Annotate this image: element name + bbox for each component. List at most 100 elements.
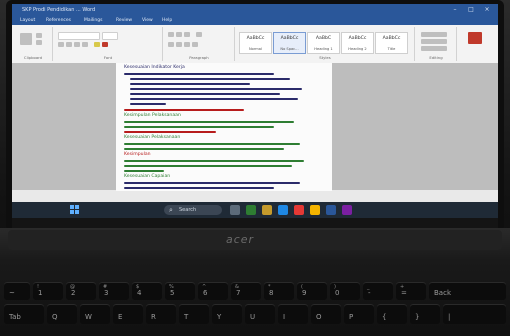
key-o[interactable]: O [311, 304, 341, 324]
taskbar-search[interactable]: ⌕ Search [164, 205, 222, 215]
tab-layout[interactable]: Layout [20, 16, 35, 25]
style-heading-2[interactable]: AaBbCc Heading 2 [341, 32, 374, 54]
tab-help[interactable]: Help [162, 16, 172, 25]
close-button[interactable]: × [480, 4, 494, 16]
paste-icon[interactable] [20, 33, 32, 45]
key-9[interactable]: (9 [297, 282, 327, 300]
align-center-icon[interactable] [176, 42, 182, 47]
group-label: Clipboard [23, 55, 43, 60]
copy-icon[interactable] [36, 40, 42, 45]
underline-icon[interactable] [74, 42, 80, 47]
doc-green-label: Kesesuaian Pelaksanaan [124, 135, 181, 140]
doc-line-green [124, 165, 292, 167]
style-normal[interactable]: AaBbCc Normal [239, 32, 272, 54]
key-0[interactable]: ) 0 [330, 282, 360, 300]
tab-review[interactable]: Review [116, 16, 132, 25]
key-tilde[interactable]: ~ [4, 282, 30, 300]
doc-line [130, 78, 290, 80]
key-p[interactable]: P [344, 304, 374, 324]
key-6[interactable]: ^ 6 [198, 282, 228, 300]
group-label: Styles [319, 55, 331, 60]
doc-line [124, 73, 274, 75]
doc-line [124, 182, 300, 184]
hinge [8, 230, 502, 250]
app-icon-red[interactable] [294, 205, 304, 215]
keyboard-row-numbers: ~ ! 1 @2 #3 $4 % 5 ^ 6 & 7 * 8 (9 ) 0 _ - + = Ba… [0, 282, 510, 302]
app-icon-purple[interactable] [342, 205, 352, 215]
justify-icon[interactable] [192, 42, 198, 47]
doc-line-green [124, 126, 274, 128]
key-left-brace[interactable]: { [377, 304, 407, 324]
taskbar: ⌕ Search [12, 202, 498, 218]
task-view-icon[interactable] [230, 205, 240, 215]
align-left-icon[interactable] [168, 42, 174, 47]
key-minus[interactable]: _ - [363, 282, 393, 300]
key-backspace[interactable]: Back [429, 282, 506, 300]
key-y[interactable]: Y [212, 304, 242, 324]
key-2[interactable]: @2 [66, 282, 96, 300]
group-label: Editing [429, 55, 443, 60]
chrome-icon[interactable] [310, 205, 320, 215]
tab-mailings[interactable]: Mailings [84, 16, 102, 25]
key-pipe[interactable]: | [443, 304, 506, 324]
doc-line [130, 98, 298, 100]
key-q[interactable]: Q [47, 304, 77, 324]
bold-icon[interactable] [58, 42, 64, 47]
font-size-box[interactable] [102, 32, 118, 40]
select-icon[interactable] [421, 46, 447, 51]
key-e[interactable]: E [113, 304, 143, 324]
group-label: Paragraph [189, 55, 209, 60]
group-addin [458, 27, 494, 61]
key-1[interactable]: ! 1 [33, 282, 63, 300]
indent-icon[interactable] [196, 32, 202, 37]
key-3[interactable]: #3 [99, 282, 129, 300]
minimize-button[interactable]: – [448, 4, 462, 16]
group-font: Font [54, 27, 163, 61]
word-icon[interactable] [326, 205, 336, 215]
cut-icon[interactable] [36, 33, 42, 38]
font-name-box[interactable] [58, 32, 100, 40]
highlight-icon[interactable] [94, 42, 100, 47]
strike-icon[interactable] [82, 42, 88, 47]
group-paragraph: Paragraph [164, 27, 235, 61]
font-color-icon[interactable] [102, 42, 108, 47]
key-4[interactable]: $4 [132, 282, 162, 300]
key-w[interactable]: W [80, 304, 110, 324]
group-label: Font [103, 55, 113, 60]
doc-line-red [124, 109, 244, 111]
key-equals[interactable]: + = [396, 282, 426, 300]
italic-icon[interactable] [66, 42, 72, 47]
key-8[interactable]: * 8 [264, 282, 294, 300]
file-explorer-icon[interactable] [262, 205, 272, 215]
tab-references[interactable]: References [46, 16, 71, 25]
addin-icon[interactable] [468, 32, 482, 44]
style-no-spacing[interactable]: AaBbCc No Spac... [273, 32, 306, 54]
word-title-bar: SKP Prodi Pendidikan ... Word – □ × [12, 4, 498, 16]
key-r[interactable]: R [146, 304, 176, 324]
app-icon[interactable] [246, 205, 256, 215]
windows-start-icon[interactable] [70, 205, 80, 215]
doc-line [130, 103, 166, 105]
key-u[interactable]: U [245, 304, 275, 324]
key-tab[interactable]: Tab [4, 304, 44, 324]
lower-bezel [12, 218, 498, 228]
key-i[interactable]: I [278, 304, 308, 324]
edge-icon[interactable] [278, 205, 288, 215]
numbering-icon[interactable] [176, 32, 182, 37]
replace-icon[interactable] [421, 39, 447, 44]
key-t[interactable]: T [179, 304, 209, 324]
group-clipboard: Clipboard [14, 27, 53, 61]
multilevel-icon[interactable] [184, 32, 190, 37]
bullets-icon[interactable] [168, 32, 174, 37]
key-7[interactable]: & 7 [231, 282, 261, 300]
style-heading-1[interactable]: AaBbC Heading 1 [307, 32, 340, 54]
style-title[interactable]: AaBbCc Title [375, 32, 408, 54]
maximize-button[interactable]: □ [464, 4, 478, 16]
ribbon-tabs: Layout References Mailings Review View H… [12, 16, 498, 25]
tab-view[interactable]: View [142, 16, 153, 25]
find-icon[interactable] [421, 32, 447, 37]
doc-line-green [124, 170, 164, 172]
key-right-brace[interactable]: } [410, 304, 440, 324]
align-right-icon[interactable] [184, 42, 190, 47]
key-5[interactable]: % 5 [165, 282, 195, 300]
